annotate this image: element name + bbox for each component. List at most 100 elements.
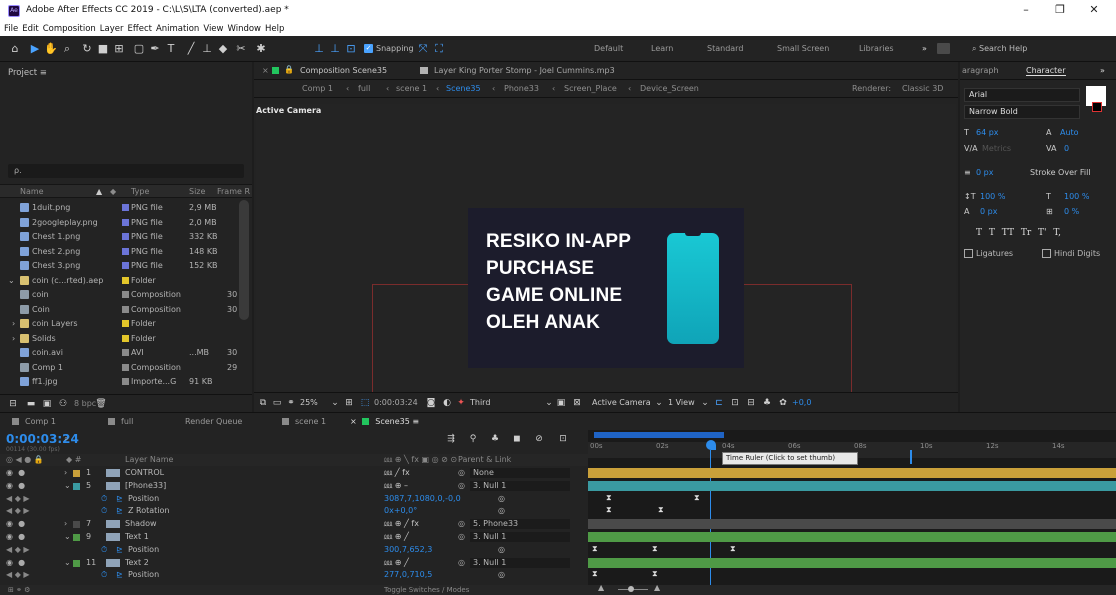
- crumb-full[interactable]: full: [358, 84, 370, 93]
- col-size[interactable]: Size: [189, 185, 205, 198]
- label-color-swatch[interactable]: [122, 262, 129, 269]
- superscript-button[interactable]: T': [1038, 228, 1046, 238]
- visibility-icon[interactable]: ◉ ●: [6, 531, 25, 543]
- puppet-tool-icon[interactable]: ✱: [254, 42, 268, 56]
- dropdown-chevron-icon[interactable]: ⌄: [698, 396, 712, 410]
- menu-window[interactable]: Window: [227, 22, 261, 36]
- font-family-select[interactable]: Arial: [964, 88, 1080, 102]
- label-col-icon[interactable]: ◆: [110, 185, 116, 198]
- col-name[interactable]: Name: [20, 185, 44, 198]
- lock-icon[interactable]: 🔒: [284, 65, 294, 74]
- crumb-device-screen[interactable]: Device_Screen: [640, 84, 699, 93]
- overflow-icon[interactable]: »: [1100, 66, 1105, 75]
- label-color-swatch[interactable]: [122, 276, 129, 284]
- layer-label-swatch[interactable]: [73, 521, 80, 529]
- project-item[interactable]: 1duit.png PNG file 2,9 MB: [0, 200, 252, 215]
- zoom-slider[interactable]: ▲ ▲: [588, 583, 1116, 595]
- roto-brush-tool-icon[interactable]: ✂: [234, 42, 248, 56]
- twirl-icon[interactable]: ›: [64, 518, 67, 530]
- toggle-3d-icon[interactable]: ⊡: [728, 396, 742, 410]
- label-color-swatch[interactable]: [122, 320, 129, 327]
- layer-duration-bar[interactable]: [588, 480, 1116, 491]
- collapse-chevron-icon[interactable]: ›: [12, 331, 15, 346]
- current-time[interactable]: 0:00:03:24: [374, 398, 418, 407]
- search-help-box[interactable]: ⌕ Search Help: [972, 44, 1027, 54]
- hand-tool-icon[interactable]: ✋: [44, 42, 58, 56]
- zoom-tool-icon[interactable]: ⌕: [60, 42, 74, 56]
- clone-stamp-tool-icon[interactable]: ⊥: [200, 42, 214, 56]
- layer-switches[interactable]: ⅏ ⊕ –: [384, 480, 408, 492]
- stopwatch-icon[interactable]: ⏱: [101, 493, 107, 505]
- sort-up-icon[interactable]: ▲: [96, 185, 102, 198]
- layer-row[interactable]: ◉ ● › 7 Shadow ⅏ ⊕ ╱ fx ◎ 5. Phone33: [0, 518, 588, 530]
- workspace-default[interactable]: Default: [594, 44, 623, 53]
- new-folder-icon[interactable]: ▬: [24, 397, 38, 411]
- show-snapshot-icon[interactable]: ◐: [440, 396, 454, 410]
- always-preview-icon[interactable]: ⧉: [256, 396, 270, 410]
- graph-editor-icon[interactable]: ⊘: [532, 432, 546, 446]
- keyframe-nav-icon[interactable]: ◀ ◆ ▶: [6, 544, 30, 556]
- visibility-icon[interactable]: ◉ ●: [6, 557, 25, 569]
- menu-file[interactable]: File: [4, 22, 18, 36]
- flowchart-icon[interactable]: ♣: [760, 396, 774, 410]
- type-tool-icon[interactable]: T: [164, 42, 178, 56]
- pickwhip-icon[interactable]: ◎: [458, 518, 465, 530]
- stopwatch-icon[interactable]: ⏱: [101, 569, 107, 581]
- local-axis-icon[interactable]: ⊥: [312, 42, 326, 56]
- timeline-search-icon[interactable]: ⌕: [64, 434, 68, 444]
- workspace-overflow-button[interactable]: »: [922, 44, 927, 53]
- stopwatch-icon[interactable]: ⏱: [101, 544, 107, 556]
- playhead-handle[interactable]: [706, 440, 716, 450]
- tab-comp1[interactable]: Comp 1: [12, 417, 56, 426]
- snap-grid-icon[interactable]: ⛶: [432, 42, 446, 56]
- subscript-button[interactable]: T,: [1053, 228, 1061, 238]
- frame-blend-icon[interactable]: ♣: [488, 432, 502, 446]
- close-icon[interactable]: ✕: [1082, 3, 1106, 19]
- label-color-swatch[interactable]: [122, 378, 129, 385]
- project-item[interactable]: Solids Folder ›: [0, 331, 252, 346]
- layer-name[interactable]: Text 2: [125, 557, 149, 569]
- timeline-icon[interactable]: ⊟: [744, 396, 758, 410]
- collapse-chevron-icon[interactable]: ›: [12, 316, 15, 331]
- tab-scene1[interactable]: scene 1: [282, 417, 326, 426]
- pickwhip-icon[interactable]: ◎: [498, 505, 505, 517]
- toggle-switches-modes[interactable]: Toggle Switches / Modes: [384, 585, 469, 595]
- col-frame-rate[interactable]: Frame R: [217, 185, 250, 198]
- transparency-grid-icon[interactable]: ⊠: [570, 396, 584, 410]
- workspace-learn[interactable]: Learn: [651, 44, 673, 53]
- crumb-phone33[interactable]: Phone33: [504, 84, 539, 93]
- crumb-comp1[interactable]: Comp 1: [302, 84, 333, 93]
- pickwhip-icon[interactable]: ◎: [458, 557, 465, 569]
- footer-toggle-icons[interactable]: ⊞ ⚭ ⚙: [8, 585, 30, 595]
- project-item[interactable]: Chest 3.png PNG file 152 KB: [0, 258, 252, 273]
- tab-paragraph[interactable]: aragraph: [962, 66, 999, 75]
- hindi-digits-checkbox[interactable]: [1042, 249, 1051, 258]
- parent-select[interactable]: 3. Null 1: [470, 480, 570, 491]
- layer-name[interactable]: Shadow: [125, 518, 157, 530]
- stroke-width-value[interactable]: 0 px: [976, 168, 993, 177]
- parent-select[interactable]: None: [470, 468, 570, 478]
- layer-row[interactable]: ◉ ● ⌄ 9 Text 1 ⅏ ⊕ ╱ ◎ 3. Null 1: [0, 531, 588, 543]
- menu-animation[interactable]: Animation: [156, 22, 199, 36]
- keyframe-icon[interactable]: ⧗: [592, 569, 598, 579]
- project-item[interactable]: Chest 1.png PNG file 332 KB: [0, 229, 252, 244]
- twirl-icon[interactable]: ›: [64, 467, 67, 479]
- zoom-in-icon[interactable]: ▲: [654, 583, 660, 592]
- ligatures-checkbox[interactable]: [964, 249, 973, 258]
- selection-tool-icon[interactable]: ▶: [28, 42, 42, 56]
- keyframe-icon[interactable]: ⧗: [592, 544, 598, 554]
- panel-menu-icon[interactable]: ≡: [40, 68, 47, 78]
- menu-edit[interactable]: Edit: [22, 22, 38, 36]
- layer-row[interactable]: ◉ ● › 1 CONTROL ⅏ ╱ fx ◎ None: [0, 467, 588, 479]
- menu-composition[interactable]: Composition: [43, 22, 96, 36]
- bit-depth-label[interactable]: 8 bpc: [74, 399, 96, 408]
- twirl-icon[interactable]: ⌄: [64, 557, 71, 569]
- comp-flowchart-icon[interactable]: ⊡: [556, 432, 570, 446]
- stopwatch-icon[interactable]: ⏱: [101, 505, 107, 517]
- maximize-icon[interactable]: ❐: [1048, 3, 1072, 19]
- pickwhip-icon[interactable]: ◎: [458, 467, 465, 479]
- pickwhip-icon[interactable]: ◎: [458, 531, 465, 543]
- layer-switches[interactable]: ⅏ ⊕ ╱: [384, 557, 409, 569]
- layer-row[interactable]: ◉ ● ⌄ 11 Text 2 ⅏ ⊕ ╱ ◎ 3. Null 1: [0, 557, 588, 569]
- tab-character[interactable]: Character: [1026, 66, 1066, 76]
